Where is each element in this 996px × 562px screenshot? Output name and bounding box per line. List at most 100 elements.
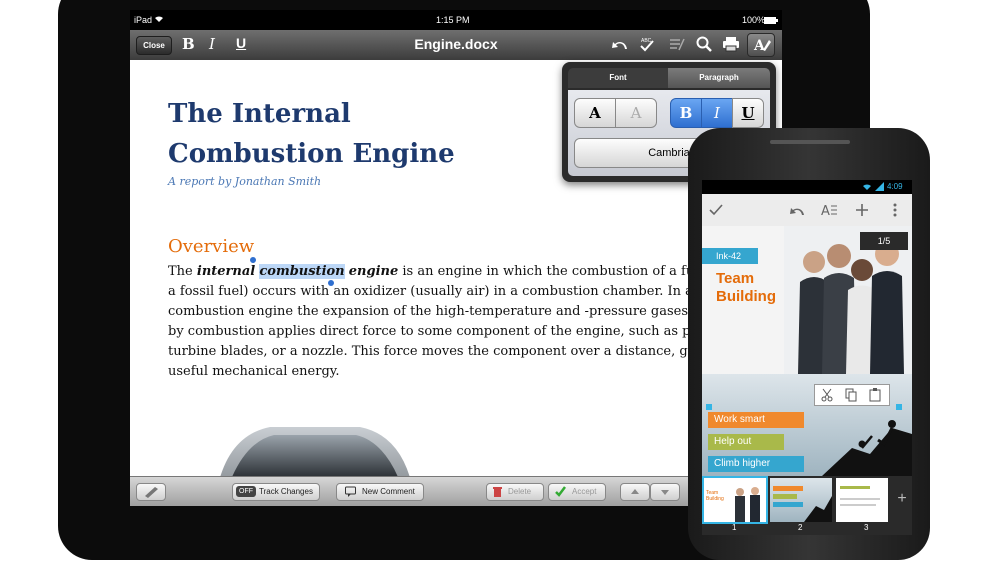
check-icon[interactable] [708,202,724,223]
slide-title: Team Building [716,270,776,306]
phone-time: 4:09 [887,182,903,191]
pen-icon[interactable] [136,483,166,501]
search-icon[interactable] [696,36,712,57]
trash-icon [493,484,502,504]
paragraph-line-2: a fossil fuel) occurs with an oxidizer (… [168,284,692,299]
document-heading-title[interactable]: The Internal Combustion Engine [168,94,488,174]
previous-change-button[interactable] [620,483,650,501]
italic-button[interactable]: I [209,35,215,53]
slide-2-canvas[interactable]: Work smart Help out Climb higher [702,374,912,476]
undo-icon[interactable] [610,36,630,57]
ipad-screen: iPad 1:15 PM 100% Engine.docx Close B I … [130,10,782,506]
climbers-silhouette [822,420,912,476]
battery-label: 100% [742,15,766,25]
paste-icon[interactable] [869,388,881,407]
spellcheck-icon[interactable]: ABC [638,35,656,58]
accept-label: Accept [572,487,597,496]
add-slide-button[interactable]: + [892,490,912,508]
svg-text:A: A [821,204,830,218]
toolbar: Engine.docx Close B I U ABC A [130,30,782,61]
slide-thumbnails: Team Building 1 2 3 + [702,476,912,535]
slide-title-line-2: Building [716,288,776,305]
slide-title-line-1: Team [716,270,755,287]
thumbnail-3-number: 3 [864,523,869,532]
thumbnail-2[interactable] [770,478,832,522]
thumbnail-1[interactable]: Team Building [702,476,768,524]
clipboard-popup [814,384,890,406]
phone-action-bar: A [702,194,912,227]
paragraph-line-3: combustion engine the expansion of the h… [168,304,692,319]
track-changes-label: Track Changes [259,487,313,496]
thumbnail-2-number: 2 [798,523,803,532]
phone-status-bar: 4:09 [702,180,912,194]
popover-bold-button[interactable]: B [670,98,702,128]
add-icon[interactable] [854,202,870,223]
new-comment-label: New Comment [362,487,415,496]
slide-bullet-3: Climb higher [708,456,804,472]
cut-icon[interactable] [821,388,833,407]
chevron-up-icon [631,489,639,494]
format-icon[interactable]: A [747,33,775,57]
checkmark-icon [555,484,566,504]
paragraph-line-6: useful mechanical energy. [168,364,340,379]
resize-handle[interactable] [706,404,712,410]
accept-button[interactable]: Accept [548,483,606,501]
chevron-down-icon [661,490,669,495]
slide-1-canvas[interactable]: Ink-42 Team Building 1/5 [702,226,912,374]
phone-speaker [770,140,850,144]
popover-underline-button[interactable]: U [732,98,764,128]
phone-screen: 4:09 A Ink-42 Team Building 1/5 Work sma… [702,180,912,535]
slide-bullet-2: Help out [708,434,784,450]
signal-icon [875,182,884,193]
battery-icon [764,16,778,26]
paragraph-line-5: turbine blades, or a nozzle. This force … [168,344,692,359]
slide-bullet-1: Work smart [708,412,804,428]
tab-paragraph[interactable]: Paragraph [668,68,770,88]
font-outline-button[interactable]: A [615,98,657,128]
thumbnail-title: Team Building [706,490,724,502]
thumbnail-3[interactable] [836,478,888,522]
popover-italic-button[interactable]: I [701,98,733,128]
document-subtitle[interactable]: A report by Jonathan Smith [168,175,321,188]
bold-italic-run: internal [196,264,256,279]
tab-font[interactable]: Font [568,68,668,88]
selected-word[interactable]: combustion [259,264,345,279]
close-button[interactable]: Close [136,36,172,55]
body-paragraph[interactable]: The internal combustion engine is an eng… [168,262,692,382]
print-icon[interactable] [722,36,740,57]
comment-icon [345,484,356,504]
resize-handle[interactable] [896,404,902,410]
bold-button[interactable]: B [182,35,195,53]
status-time: 1:15 PM [436,15,470,25]
copy-icon[interactable] [845,388,857,407]
text-run: is an engine in which the combustion of … [398,264,692,279]
font-style-button[interactable]: A [574,98,616,128]
wifi-icon [862,182,872,193]
selection-start-handle[interactable] [250,257,256,263]
underline-button[interactable]: U [236,35,246,51]
delete-label: Delete [508,487,532,496]
text-format-icon[interactable]: A [820,202,838,223]
title-line-1: The Internal [168,99,351,129]
undo-icon[interactable] [788,203,806,222]
paragraph-line-4: by combustion applies direct force to so… [168,324,692,339]
bold-italic-run: engine [348,264,399,279]
slide-tag: Ink-42 [702,248,758,264]
svg-text:A: A [753,38,766,54]
next-change-button[interactable] [650,483,680,501]
section-heading[interactable]: Overview [168,236,254,257]
delete-button[interactable]: Delete [486,483,544,501]
title-line-2: Combustion Engine [168,139,455,169]
paragraph-line-1: The internal combustion engine is an eng… [168,262,692,282]
bottom-toolbar: OFF Track Changes New Comment Delete Acce… [130,476,782,506]
selection-end-handle[interactable] [328,280,334,286]
slide-counter: 1/5 [860,232,908,250]
track-changes-icon[interactable] [668,36,686,57]
track-changes-toggle[interactable]: OFF Track Changes [232,483,320,501]
ipad-status-bar: iPad 1:15 PM 100% [130,10,782,30]
toggle-state: OFF [236,486,256,497]
new-comment-button[interactable]: New Comment [336,483,424,501]
carrier-label: iPad [134,15,153,25]
overflow-menu-icon[interactable] [892,202,898,223]
thumbnail-1-number: 1 [732,523,737,532]
